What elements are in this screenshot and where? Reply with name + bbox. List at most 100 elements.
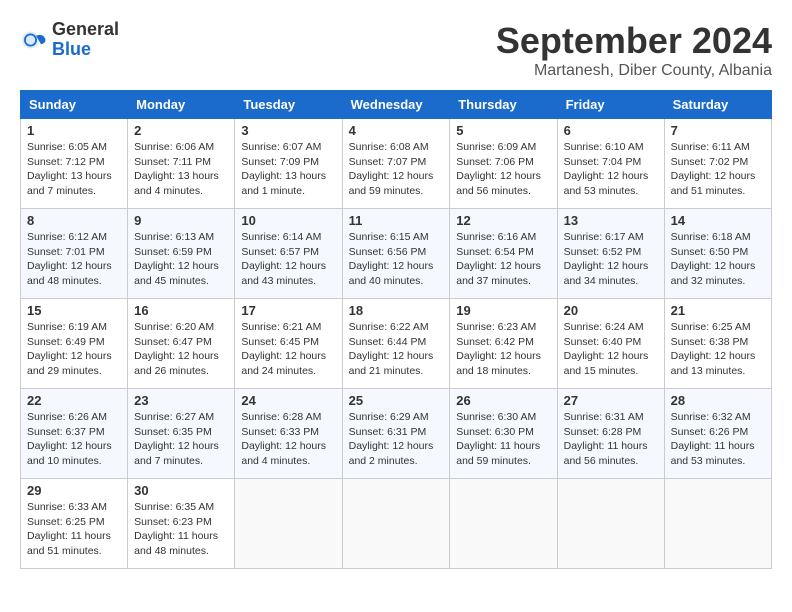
calendar-cell: 10 Sunrise: 6:14 AM Sunset: 6:57 PM Dayl… (235, 209, 342, 299)
day-number: 18 (349, 303, 444, 318)
calendar-cell: 5 Sunrise: 6:09 AM Sunset: 7:06 PM Dayli… (450, 119, 557, 209)
column-header-saturday: Saturday (664, 91, 771, 119)
calendar-cell: 13 Sunrise: 6:17 AM Sunset: 6:52 PM Dayl… (557, 209, 664, 299)
logo-general-text: General (52, 20, 119, 40)
month-title: September 2024 (496, 20, 772, 62)
calendar-cell: 19 Sunrise: 6:23 AM Sunset: 6:42 PM Dayl… (450, 299, 557, 389)
day-info: Sunrise: 6:29 AM Sunset: 6:31 PM Dayligh… (349, 410, 444, 469)
calendar-cell: 7 Sunrise: 6:11 AM Sunset: 7:02 PM Dayli… (664, 119, 771, 209)
calendar-cell: 18 Sunrise: 6:22 AM Sunset: 6:44 PM Dayl… (342, 299, 450, 389)
calendar-week-row: 1 Sunrise: 6:05 AM Sunset: 7:12 PM Dayli… (21, 119, 772, 209)
calendar-cell: 27 Sunrise: 6:31 AM Sunset: 6:28 PM Dayl… (557, 389, 664, 479)
calendar-cell (342, 479, 450, 569)
column-header-tuesday: Tuesday (235, 91, 342, 119)
logo-text: General Blue (52, 20, 119, 60)
day-info: Sunrise: 6:25 AM Sunset: 6:38 PM Dayligh… (671, 320, 765, 379)
day-info: Sunrise: 6:20 AM Sunset: 6:47 PM Dayligh… (134, 320, 228, 379)
day-info: Sunrise: 6:12 AM Sunset: 7:01 PM Dayligh… (27, 230, 121, 289)
calendar-cell: 9 Sunrise: 6:13 AM Sunset: 6:59 PM Dayli… (128, 209, 235, 299)
calendar-cell: 22 Sunrise: 6:26 AM Sunset: 6:37 PM Dayl… (21, 389, 128, 479)
day-info: Sunrise: 6:22 AM Sunset: 6:44 PM Dayligh… (349, 320, 444, 379)
day-number: 2 (134, 123, 228, 138)
page-header: General Blue September 2024 Martanesh, D… (20, 20, 772, 80)
day-number: 7 (671, 123, 765, 138)
day-number: 15 (27, 303, 121, 318)
day-number: 19 (456, 303, 550, 318)
day-info: Sunrise: 6:05 AM Sunset: 7:12 PM Dayligh… (27, 140, 121, 199)
day-number: 22 (27, 393, 121, 408)
calendar-cell: 3 Sunrise: 6:07 AM Sunset: 7:09 PM Dayli… (235, 119, 342, 209)
logo: General Blue (20, 20, 119, 60)
day-info: Sunrise: 6:16 AM Sunset: 6:54 PM Dayligh… (456, 230, 550, 289)
day-info: Sunrise: 6:33 AM Sunset: 6:25 PM Dayligh… (27, 500, 121, 559)
day-info: Sunrise: 6:31 AM Sunset: 6:28 PM Dayligh… (564, 410, 658, 469)
day-number: 27 (564, 393, 658, 408)
day-number: 25 (349, 393, 444, 408)
day-number: 14 (671, 213, 765, 228)
calendar-cell (664, 479, 771, 569)
calendar-cell: 26 Sunrise: 6:30 AM Sunset: 6:30 PM Dayl… (450, 389, 557, 479)
calendar-cell (450, 479, 557, 569)
calendar-cell: 17 Sunrise: 6:21 AM Sunset: 6:45 PM Dayl… (235, 299, 342, 389)
calendar-cell: 20 Sunrise: 6:24 AM Sunset: 6:40 PM Dayl… (557, 299, 664, 389)
day-number: 8 (27, 213, 121, 228)
day-info: Sunrise: 6:13 AM Sunset: 6:59 PM Dayligh… (134, 230, 228, 289)
location-subtitle: Martanesh, Diber County, Albania (496, 62, 772, 80)
calendar-week-row: 8 Sunrise: 6:12 AM Sunset: 7:01 PM Dayli… (21, 209, 772, 299)
day-info: Sunrise: 6:07 AM Sunset: 7:09 PM Dayligh… (241, 140, 335, 199)
day-number: 6 (564, 123, 658, 138)
calendar-cell: 23 Sunrise: 6:27 AM Sunset: 6:35 PM Dayl… (128, 389, 235, 479)
day-info: Sunrise: 6:06 AM Sunset: 7:11 PM Dayligh… (134, 140, 228, 199)
day-number: 4 (349, 123, 444, 138)
calendar-table: SundayMondayTuesdayWednesdayThursdayFrid… (20, 90, 772, 569)
calendar-cell: 15 Sunrise: 6:19 AM Sunset: 6:49 PM Dayl… (21, 299, 128, 389)
day-number: 17 (241, 303, 335, 318)
day-info: Sunrise: 6:11 AM Sunset: 7:02 PM Dayligh… (671, 140, 765, 199)
day-info: Sunrise: 6:15 AM Sunset: 6:56 PM Dayligh… (349, 230, 444, 289)
title-section: September 2024 Martanesh, Diber County, … (496, 20, 772, 80)
day-number: 24 (241, 393, 335, 408)
day-number: 16 (134, 303, 228, 318)
calendar-week-row: 22 Sunrise: 6:26 AM Sunset: 6:37 PM Dayl… (21, 389, 772, 479)
column-header-monday: Monday (128, 91, 235, 119)
column-header-wednesday: Wednesday (342, 91, 450, 119)
day-info: Sunrise: 6:19 AM Sunset: 6:49 PM Dayligh… (27, 320, 121, 379)
calendar-cell: 29 Sunrise: 6:33 AM Sunset: 6:25 PM Dayl… (21, 479, 128, 569)
day-info: Sunrise: 6:26 AM Sunset: 6:37 PM Dayligh… (27, 410, 121, 469)
calendar-cell: 21 Sunrise: 6:25 AM Sunset: 6:38 PM Dayl… (664, 299, 771, 389)
calendar-cell: 2 Sunrise: 6:06 AM Sunset: 7:11 PM Dayli… (128, 119, 235, 209)
day-info: Sunrise: 6:35 AM Sunset: 6:23 PM Dayligh… (134, 500, 228, 559)
calendar-week-row: 29 Sunrise: 6:33 AM Sunset: 6:25 PM Dayl… (21, 479, 772, 569)
day-info: Sunrise: 6:23 AM Sunset: 6:42 PM Dayligh… (456, 320, 550, 379)
calendar-cell: 14 Sunrise: 6:18 AM Sunset: 6:50 PM Dayl… (664, 209, 771, 299)
day-info: Sunrise: 6:28 AM Sunset: 6:33 PM Dayligh… (241, 410, 335, 469)
logo-icon (20, 26, 48, 54)
day-number: 21 (671, 303, 765, 318)
day-number: 30 (134, 483, 228, 498)
day-number: 5 (456, 123, 550, 138)
column-header-friday: Friday (557, 91, 664, 119)
day-info: Sunrise: 6:17 AM Sunset: 6:52 PM Dayligh… (564, 230, 658, 289)
calendar-cell: 8 Sunrise: 6:12 AM Sunset: 7:01 PM Dayli… (21, 209, 128, 299)
day-number: 23 (134, 393, 228, 408)
day-number: 20 (564, 303, 658, 318)
column-header-thursday: Thursday (450, 91, 557, 119)
calendar-cell: 11 Sunrise: 6:15 AM Sunset: 6:56 PM Dayl… (342, 209, 450, 299)
calendar-cell: 16 Sunrise: 6:20 AM Sunset: 6:47 PM Dayl… (128, 299, 235, 389)
calendar-cell: 4 Sunrise: 6:08 AM Sunset: 7:07 PM Dayli… (342, 119, 450, 209)
calendar-cell: 28 Sunrise: 6:32 AM Sunset: 6:26 PM Dayl… (664, 389, 771, 479)
day-info: Sunrise: 6:09 AM Sunset: 7:06 PM Dayligh… (456, 140, 550, 199)
calendar-cell: 1 Sunrise: 6:05 AM Sunset: 7:12 PM Dayli… (21, 119, 128, 209)
calendar-cell: 30 Sunrise: 6:35 AM Sunset: 6:23 PM Dayl… (128, 479, 235, 569)
calendar-header-row: SundayMondayTuesdayWednesdayThursdayFrid… (21, 91, 772, 119)
calendar-cell: 6 Sunrise: 6:10 AM Sunset: 7:04 PM Dayli… (557, 119, 664, 209)
calendar-cell (235, 479, 342, 569)
calendar-cell: 25 Sunrise: 6:29 AM Sunset: 6:31 PM Dayl… (342, 389, 450, 479)
day-number: 11 (349, 213, 444, 228)
day-info: Sunrise: 6:30 AM Sunset: 6:30 PM Dayligh… (456, 410, 550, 469)
day-number: 1 (27, 123, 121, 138)
day-number: 28 (671, 393, 765, 408)
day-number: 12 (456, 213, 550, 228)
calendar-cell (557, 479, 664, 569)
calendar-week-row: 15 Sunrise: 6:19 AM Sunset: 6:49 PM Dayl… (21, 299, 772, 389)
